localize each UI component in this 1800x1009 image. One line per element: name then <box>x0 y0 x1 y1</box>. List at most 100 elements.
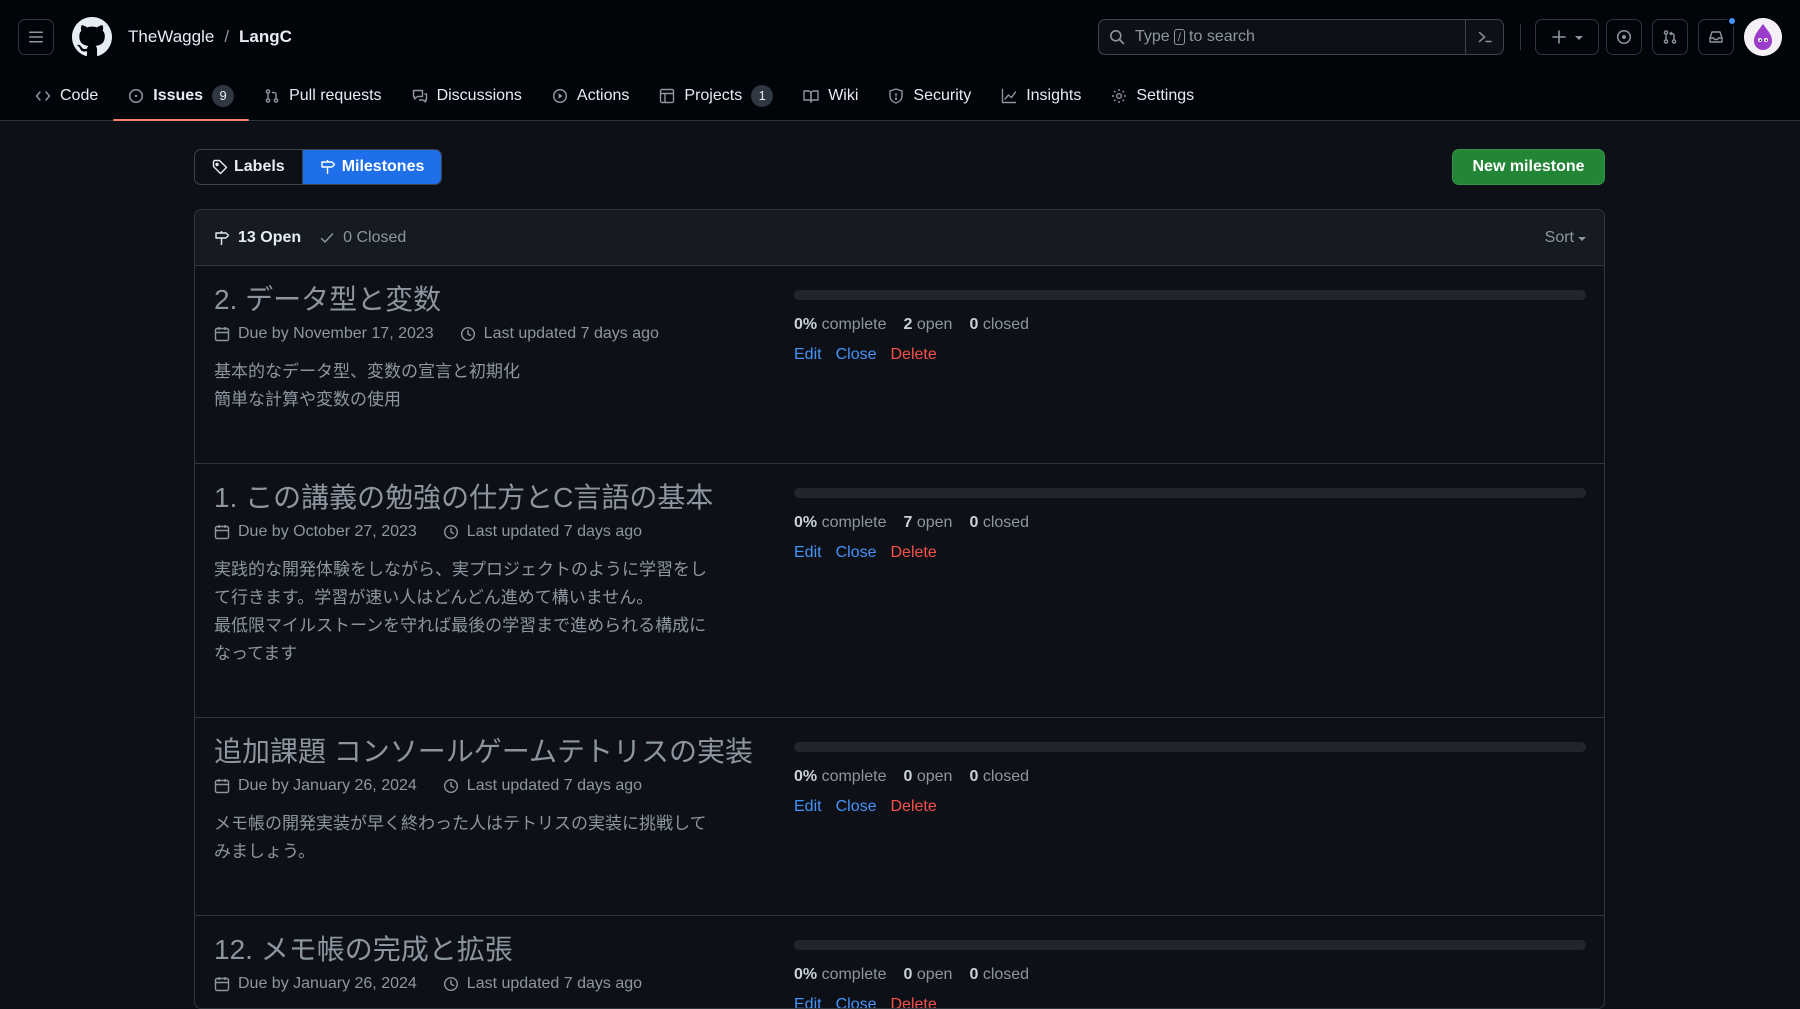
milestone-due-date: Due by November 17, 2023 <box>238 325 434 342</box>
milestone-open-count[interactable]: 0 open <box>904 966 953 984</box>
code-icon <box>35 91 51 101</box>
tab-projects[interactable]: Projects 1 <box>644 76 788 116</box>
tab-pull-requests[interactable]: Pull requests <box>249 76 397 116</box>
comment-discussion-icon <box>412 89 427 103</box>
calendar-icon <box>214 327 230 342</box>
create-new-button[interactable] <box>1535 19 1599 55</box>
unread-indicator <box>1727 16 1737 26</box>
milestone-info: 1. この講義の勉強の仕方とC言語の基本 Due by October 27, 2… <box>214 464 774 668</box>
milestone-title[interactable]: 2. データ型と変数 <box>214 282 774 318</box>
milestone-progress-area: 0% complete 0 open 0 closed Edit Close Delete <box>794 940 1586 1008</box>
avatar[interactable] <box>1744 18 1782 56</box>
milestone-due-date: Due by October 27, 2023 <box>238 523 417 540</box>
check-icon <box>320 232 334 243</box>
book-icon <box>803 90 819 103</box>
milestone-description: 実践的な開発体験をしながら、実プロジェクトのように学習をし て行きます。学習が速… <box>214 560 707 663</box>
milestone-title[interactable]: 1. この講義の勉強の仕方とC言語の基本 <box>214 480 774 516</box>
tab-wiki[interactable]: Wiki <box>788 76 873 116</box>
edit-milestone-link[interactable]: Edit <box>794 544 822 562</box>
close-milestone-link[interactable]: Close <box>836 346 877 364</box>
sort-dropdown[interactable]: Sort <box>1545 210 1586 266</box>
edit-milestone-link[interactable]: Edit <box>794 798 822 816</box>
inbox-icon <box>1709 31 1723 43</box>
command-palette-button[interactable] <box>1465 20 1503 54</box>
search-input[interactable]: Type / to search <box>1098 19 1504 55</box>
chevron-down-icon <box>1575 36 1583 40</box>
milestone-progress-area: 0% complete 7 open 0 closed Edit Close Delete <box>794 488 1586 562</box>
tab-label: Insights <box>1026 87 1082 104</box>
closed-count-label: 0 Closed <box>343 228 407 246</box>
delete-milestone-link[interactable]: Delete <box>890 798 936 816</box>
open-count-label: 13 Open <box>238 228 302 246</box>
milestone-title[interactable]: 12. メモ帳の完成と拡張 <box>214 932 774 968</box>
milestone-open-count[interactable]: 2 open <box>904 316 953 334</box>
gear-icon <box>1112 89 1127 103</box>
hamburger-icon <box>29 31 43 43</box>
edit-milestone-link[interactable]: Edit <box>794 996 822 1008</box>
milestone-meta: Due by January 26, 2024 Last updated 7 da… <box>214 774 774 798</box>
graph-icon <box>1002 88 1017 104</box>
milestone-meta: Due by January 26, 2024 Last updated 7 da… <box>214 972 774 996</box>
github-logo-icon[interactable] <box>72 17 112 57</box>
global-header: TheWaggle / LangC Type / to search Code … <box>0 0 1800 121</box>
clock-icon <box>443 524 458 540</box>
milestones-list-header: 13 Open 0 Closed Sort <box>195 210 1604 266</box>
close-milestone-link[interactable]: Close <box>836 798 877 816</box>
milestone-open-count[interactable]: 0 open <box>904 768 953 786</box>
open-milestones-filter[interactable]: 13 Open <box>214 229 301 247</box>
milestone-title[interactable]: 追加課題 コンソールゲームテトリスの実装 <box>214 734 774 770</box>
milestone-due-date: Due by January 26, 2024 <box>238 975 417 992</box>
closed-milestones-filter[interactable]: 0 Closed <box>319 229 406 247</box>
calendar-icon <box>214 977 230 992</box>
tab-issues[interactable]: Issues 9 <box>113 76 249 121</box>
tab-settings[interactable]: Settings <box>1096 76 1209 116</box>
labels-tab-label: Labels <box>234 158 285 175</box>
top-bar: TheWaggle / LangC Type / to search <box>0 0 1800 74</box>
tab-actions[interactable]: Actions <box>537 76 644 116</box>
milestone-progress-area: 0% complete 0 open 0 closed Edit Close Delete <box>794 742 1586 816</box>
close-milestone-link[interactable]: Close <box>836 996 877 1008</box>
milestone-closed-count[interactable]: 0 closed <box>969 514 1029 532</box>
notifications-button[interactable] <box>1698 16 1737 55</box>
tab-discussions[interactable]: Discussions <box>397 76 537 116</box>
tab-code[interactable]: Code <box>20 76 113 116</box>
milestone-complete: 0% complete <box>794 514 887 531</box>
your-pull-requests-button[interactable] <box>1652 19 1688 55</box>
edit-milestone-link[interactable]: Edit <box>794 346 822 364</box>
delete-milestone-link[interactable]: Delete <box>890 346 936 364</box>
labels-tab[interactable]: Labels <box>195 150 302 184</box>
milestone-due-date: Due by January 26, 2024 <box>238 777 417 794</box>
tab-label: Issues <box>153 87 204 104</box>
close-milestone-link[interactable]: Close <box>836 544 877 562</box>
milestone-row: 2. データ型と変数 Due by November 17, 2023 Last u… <box>195 266 1604 464</box>
search-placeholder-before: Type <box>1135 28 1170 45</box>
tab-security[interactable]: Security <box>873 76 986 116</box>
milestone-complete: 0% complete <box>794 316 887 333</box>
delete-milestone-link[interactable]: Delete <box>890 544 936 562</box>
calendar-icon <box>214 525 230 540</box>
milestone-stats: 0% complete 7 open 0 closed <box>794 514 1586 532</box>
new-milestone-button[interactable]: New milestone <box>1452 149 1605 185</box>
milestone-last-updated: Last updated 7 days ago <box>466 523 643 540</box>
milestone-stats: 0% complete 0 open 0 closed <box>794 768 1586 786</box>
tab-label: Settings <box>1136 87 1195 104</box>
milestone-progress-bar <box>794 290 1586 300</box>
milestone-closed-count[interactable]: 0 closed <box>969 316 1029 334</box>
repo-link[interactable]: LangC <box>239 27 292 47</box>
delete-milestone-link[interactable]: Delete <box>890 996 936 1008</box>
your-issues-button[interactable] <box>1606 19 1642 55</box>
milestone-open-count[interactable]: 7 open <box>904 514 953 532</box>
menu-button[interactable] <box>18 19 54 55</box>
tab-insights[interactable]: Insights <box>986 76 1096 116</box>
milestone-actions: Edit Close Delete <box>794 346 1586 364</box>
milestone-closed-count[interactable]: 0 closed <box>969 966 1029 984</box>
tab-label: Discussions <box>436 87 522 104</box>
owner-link[interactable]: TheWaggle <box>128 27 214 47</box>
milestone-stats: 0% complete 2 open 0 closed <box>794 316 1586 334</box>
milestones-tab[interactable]: Milestones <box>301 150 442 184</box>
milestone-meta: Due by October 27, 2023 Last updated 7 da… <box>214 520 774 544</box>
milestone-closed-count[interactable]: 0 closed <box>969 768 1029 786</box>
milestone-icon <box>215 230 230 245</box>
milestone-info: 追加課題 コンソールゲームテトリスの実装 Due by January 26, 2… <box>214 718 774 866</box>
tab-label: Pull requests <box>289 87 382 104</box>
